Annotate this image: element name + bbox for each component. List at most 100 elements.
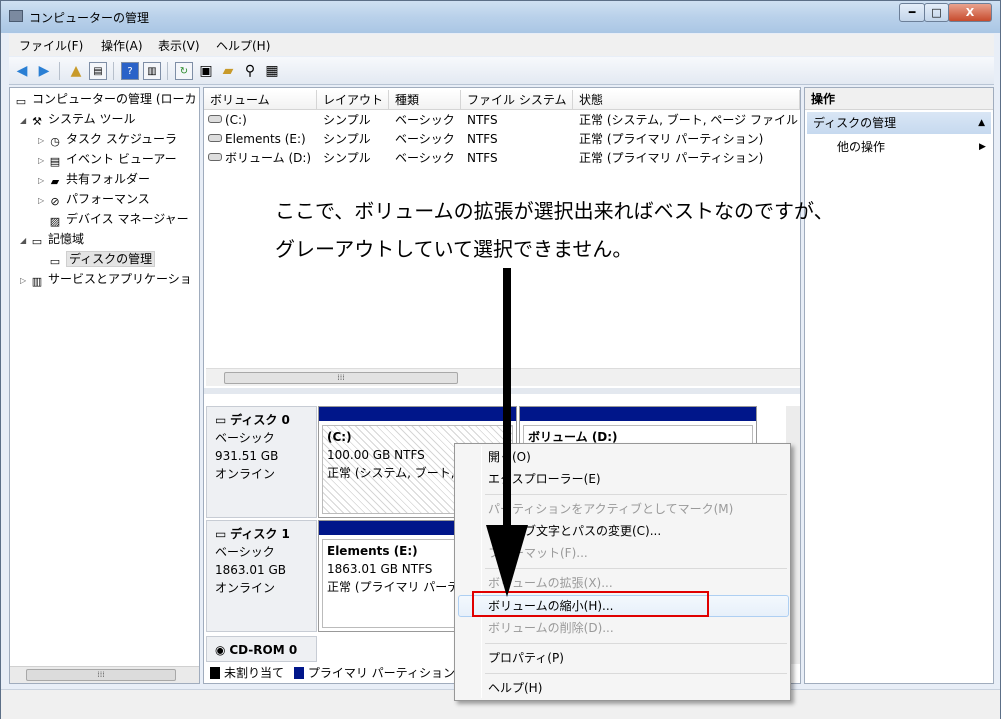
title-bar[interactable]: コンピューターの管理 ━ □ X — [1, 1, 1000, 33]
volume-status: 正常 (プライマリ パーティション) — [579, 151, 764, 165]
collapsed-arrow-icon[interactable]: ▷ — [38, 132, 48, 150]
column-header-volume[interactable]: ボリューム — [204, 90, 317, 110]
services-icon: ▥ — [31, 275, 43, 288]
cdrom-label[interactable]: ◉ CD-ROM 0 — [206, 636, 317, 662]
tree-item-performance[interactable]: ▷ ⊘ パフォーマンス — [38, 190, 150, 208]
expanded-arrow-icon[interactable]: ◢ — [20, 232, 30, 250]
disk-state: オンライン — [215, 467, 276, 481]
back-arrow-icon[interactable]: ◀ — [13, 62, 31, 80]
volume-type: ベーシック — [395, 132, 455, 146]
scrollbar-thumb[interactable]: ⁞⁞⁞ — [224, 372, 458, 384]
toolbar-separator — [167, 62, 168, 80]
column-header-filesystem[interactable]: ファイル システム — [461, 90, 573, 110]
volume-status: 正常 (システム, ブート, ページ ファイル — [579, 113, 798, 127]
tree-item-task-scheduler[interactable]: ▷ ◷ タスク スケジューラ — [38, 130, 177, 148]
menu-item-properties[interactable]: プロパティ(P) — [488, 648, 564, 668]
computer-management-icon — [9, 10, 23, 22]
volume-filesystem: NTFS — [467, 113, 498, 127]
menu-action[interactable]: 操作(A) — [101, 37, 143, 54]
volume-type: ベーシック — [395, 113, 455, 127]
tools-icon: ⚒ — [32, 115, 42, 128]
menu-view[interactable]: 表示(V) — [158, 37, 200, 54]
disk-type: ベーシック — [215, 431, 275, 445]
volume-type: ベーシック — [395, 151, 455, 165]
actions-disk-management[interactable]: ディスクの管理 ▲ — [807, 112, 991, 134]
device-manager-icon: ▨ — [49, 215, 61, 228]
tree-item-root[interactable]: ▭ コンピューターの管理 (ローカ — [14, 90, 197, 108]
menu-help[interactable]: ヘルプ(H) — [216, 37, 270, 54]
table-row[interactable]: Elements (E:) シンプル ベーシック NTFS 正常 (プライマリ … — [204, 130, 800, 149]
volume-status: 正常 (プライマリ パーティション) — [579, 132, 764, 146]
disk-icon: ▭ — [215, 527, 227, 541]
minimize-button[interactable]: ━ — [899, 3, 925, 22]
column-header-type[interactable]: 種類 — [389, 90, 461, 110]
disk-icon: ▭ — [215, 413, 227, 427]
actions-other[interactable]: 他の操作 ▶ — [837, 138, 986, 156]
collapse-arrow-icon[interactable]: ▲ — [978, 112, 985, 134]
volume-layout: シンプル — [323, 132, 371, 146]
collapsed-arrow-icon[interactable]: ▷ — [38, 152, 48, 170]
table-row[interactable]: ボリューム (D:) シンプル ベーシック NTFS 正常 (プライマリ パーテ… — [204, 149, 800, 168]
forward-arrow-icon[interactable]: ▶ — [35, 62, 53, 80]
tree-item-shared-folders[interactable]: ▷ ▰ 共有フォルダー — [38, 170, 150, 188]
partition-type-bar — [319, 407, 516, 421]
refresh-icon[interactable]: ↻ — [175, 62, 193, 80]
properties-icon[interactable]: ▣ — [197, 62, 215, 80]
tree-item-event-viewer[interactable]: ▷ ▤ イベント ビューアー — [38, 150, 177, 168]
volume-filesystem: NTFS — [467, 132, 498, 146]
show-hide-tree-icon[interactable]: ▤ — [89, 62, 107, 80]
close-button[interactable]: X — [948, 3, 992, 22]
menu-separator — [485, 673, 787, 674]
toolbar-separator — [113, 62, 114, 80]
menu-separator — [485, 568, 787, 569]
tree-item-system-tools[interactable]: ◢ ⚒ システム ツール — [20, 110, 135, 128]
disk-1-label[interactable]: ▭ ディスク 1 ベーシック 1863.01 GB オンライン — [206, 520, 317, 632]
volume-name: ボリューム (D:) — [225, 151, 312, 165]
annotation-arrow-head — [486, 525, 528, 597]
pane-splitter[interactable] — [204, 388, 800, 394]
storage-icon: ▭ — [31, 235, 43, 248]
tree-horizontal-scrollbar[interactable]: ⁞⁞⁞ — [10, 666, 199, 683]
open-folder-icon[interactable]: ▰ — [219, 62, 237, 80]
actions-section-label: ディスクの管理 — [813, 116, 897, 130]
tree-item-device-manager[interactable]: ▨ デバイス マネージャー — [48, 210, 189, 228]
collapsed-arrow-icon[interactable]: ▷ — [38, 192, 48, 210]
collapsed-arrow-icon[interactable]: ▷ — [20, 272, 30, 290]
annotation-line-1: ここで、ボリュームの拡張が選択出来ればベストなのですが、 — [275, 199, 834, 223]
menu-bar: ファイル(F) 操作(A) 表示(V) ヘルプ(H) — [9, 34, 994, 56]
volume-layout: シンプル — [323, 151, 371, 165]
actions-other-label: 他の操作 — [837, 140, 886, 154]
disk-management-icon: ▭ — [49, 255, 61, 268]
annotation-arrow-shaft — [503, 268, 511, 530]
clock-icon: ◷ — [50, 135, 60, 148]
tree-item-storage[interactable]: ◢ ▭ 記憶域 — [20, 230, 84, 248]
column-header-status[interactable]: 状態 — [573, 90, 800, 110]
collapsed-arrow-icon[interactable]: ▷ — [38, 172, 48, 190]
scrollbar-thumb[interactable]: ⁞⁞⁞ — [26, 669, 176, 681]
event-log-icon: ▤ — [49, 155, 61, 168]
submenu-arrow-icon: ▶ — [979, 142, 986, 152]
expanded-arrow-icon[interactable]: ◢ — [20, 112, 30, 130]
maximize-button[interactable]: □ — [924, 3, 949, 22]
disk-size: 931.51 GB — [215, 449, 279, 463]
tree-item-services-apps[interactable]: ▷ ▥ サービスとアプリケーショ — [20, 270, 192, 288]
menu-item-help[interactable]: ヘルプ(H) — [488, 678, 542, 698]
column-header-layout[interactable]: レイアウト — [317, 90, 389, 110]
table-row[interactable]: (C:) シンプル ベーシック NTFS 正常 (システム, ブート, ページ … — [204, 111, 800, 130]
show-hide-action-pane-icon[interactable]: ▥ — [143, 62, 161, 80]
up-folder-icon[interactable]: ▲ — [67, 62, 85, 80]
disk-state: オンライン — [215, 581, 276, 595]
menu-item-mark-active: パーティションをアクティブとしてマーク(M) — [488, 502, 734, 516]
legend-swatch-primary — [293, 667, 304, 679]
search-icon[interactable]: ⚲ — [241, 62, 259, 80]
settings-icon[interactable]: ▦ — [263, 62, 281, 80]
help-icon[interactable]: ? — [121, 62, 139, 80]
volume-layout: シンプル — [323, 113, 371, 127]
tree-item-disk-management[interactable]: ▭ ディスクの管理 — [48, 250, 156, 268]
annotation-line-2: グレーアウトしていて選択できません。 — [275, 237, 633, 261]
menu-file[interactable]: ファイル(F) — [19, 37, 83, 54]
annotation-text: ここで、ボリュームの拡張が選択出来ればベストなのですが、 グレーアウトしていて選… — [275, 192, 834, 268]
disk-0-label[interactable]: ▭ ディスク 0 ベーシック 931.51 GB オンライン — [206, 406, 317, 518]
window-title: コンピューターの管理 — [29, 11, 150, 25]
toolbar: ◀ ▶ ▲ ▤ ? ▥ ↻ ▣ ▰ ⚲ ▦ — [9, 57, 994, 85]
